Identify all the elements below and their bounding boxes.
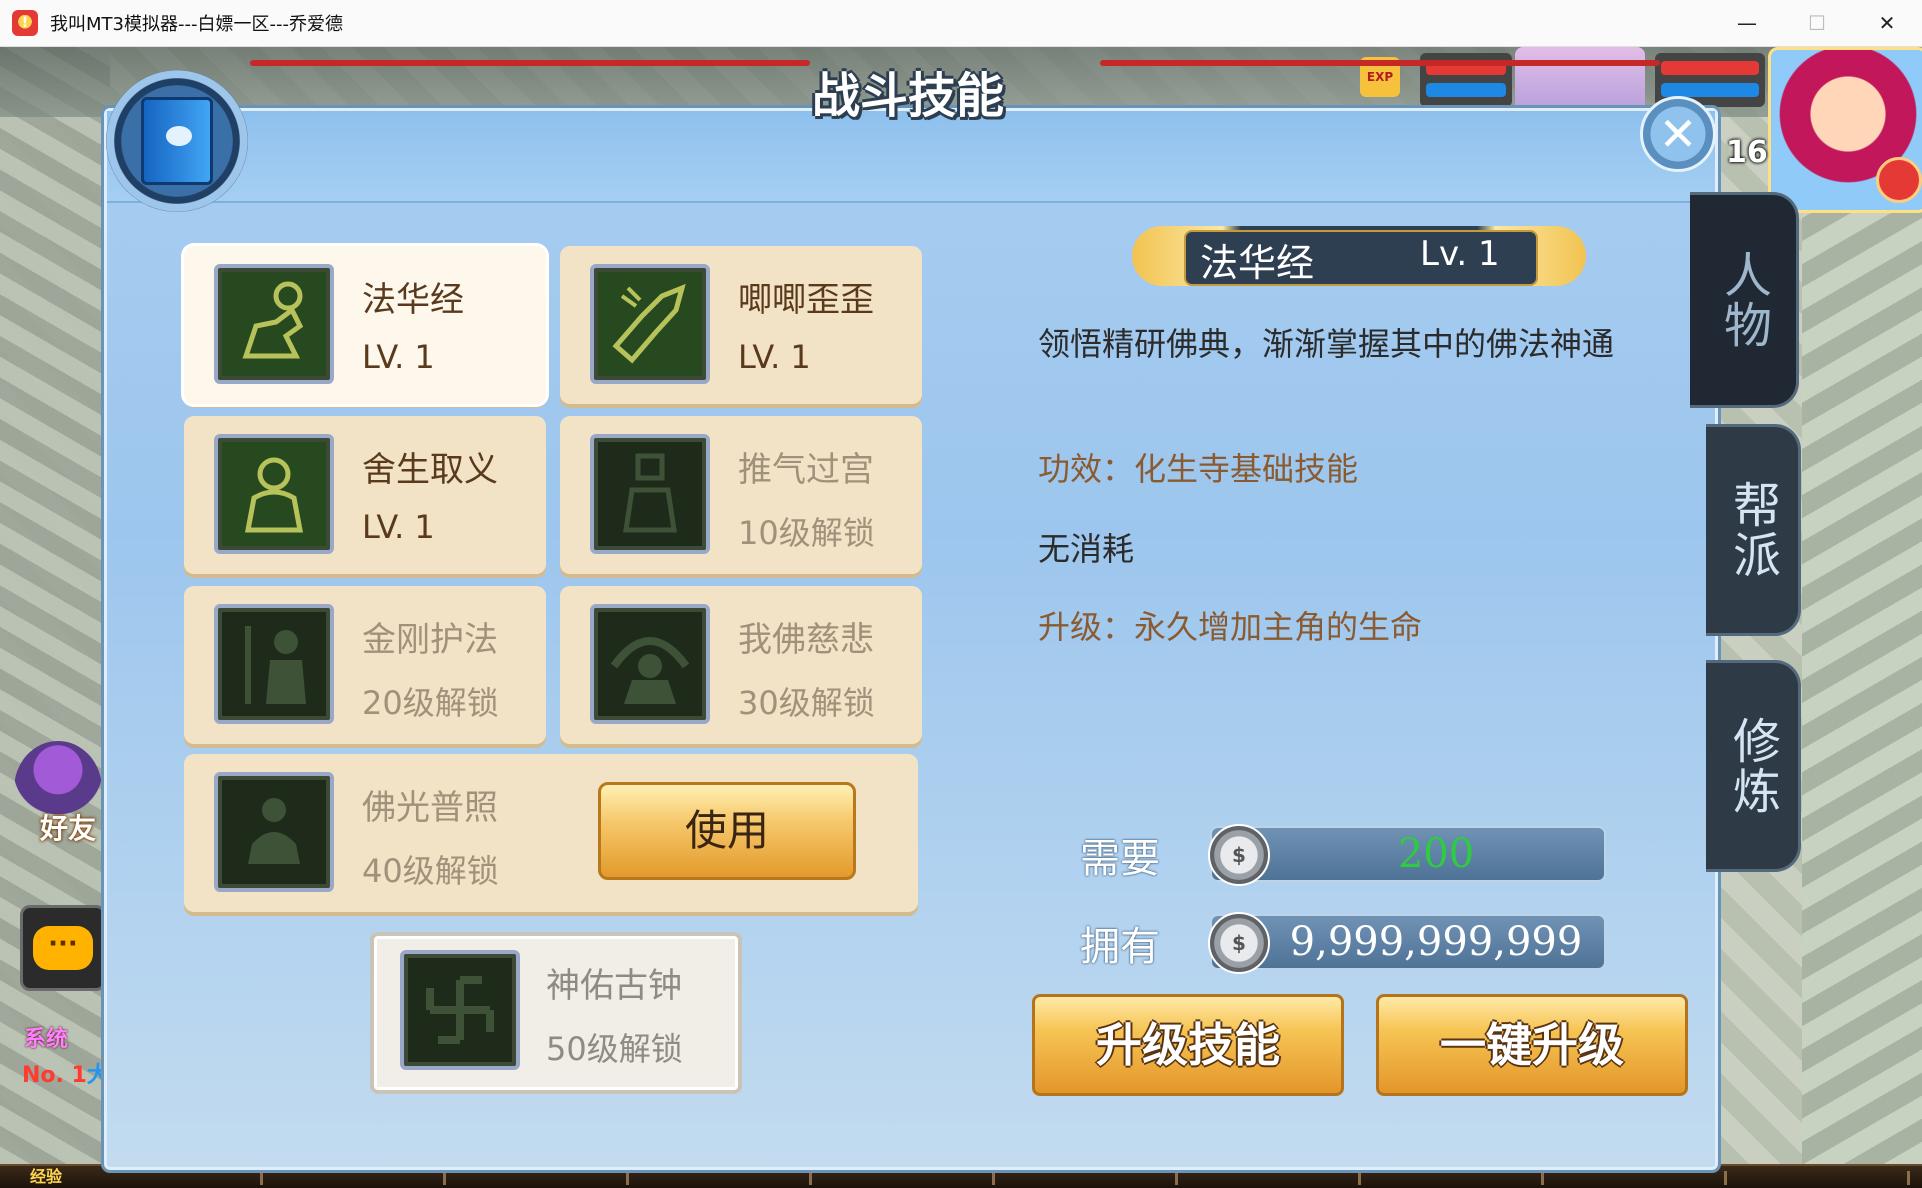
background-scenery-left [0, 47, 110, 1188]
experience-label: 经验 [30, 1167, 63, 1186]
window-titlebar: ! 我叫MT3模拟器---白嫖一区---乔爱德 — ☐ ✕ [0, 0, 1922, 47]
skill-level: LV. 1 [362, 338, 435, 376]
tab-character[interactable]: 人物 [1690, 192, 1799, 408]
skill-level: LV. 1 [362, 508, 435, 546]
buddha-halo-icon [590, 604, 710, 724]
skill-card-foguangpuzhao[interactable]: 佛光普照 40级解锁 使用 [184, 754, 918, 912]
panel-title: 战斗技能 [811, 68, 1004, 124]
skill-name: 金刚护法 [362, 620, 498, 660]
close-window-button[interactable]: ✕ [1852, 0, 1922, 46]
have-amount-bar: $ 9,999,999,999 [1208, 912, 1606, 974]
class-badge-icon [1876, 157, 1922, 203]
need-cost-bar: $ 200 [1208, 824, 1606, 886]
player-level: 16 [1726, 135, 1768, 170]
have-label: 拥有 [1080, 924, 1160, 970]
chat-bubble-icon: ··· [33, 926, 93, 970]
friend-label[interactable]: 好友 [40, 807, 96, 847]
need-label: 需要 [1080, 836, 1160, 882]
beast-claw-icon [590, 264, 710, 384]
skill-cost: 无消耗 [1038, 530, 1135, 568]
skill-description: 领悟精研佛典，渐渐掌握其中的佛法神通 [1038, 325, 1615, 363]
background-scenery-right [1802, 47, 1922, 1188]
skill-name: 神佑古钟 [546, 966, 682, 1006]
maximize-button[interactable]: ☐ [1782, 0, 1852, 46]
selected-skill-level: Lv. 1 [1420, 234, 1500, 274]
skill-card-shenyouguzhong[interactable]: 神佑古钟 50级解锁 [370, 932, 742, 1094]
use-skill-button[interactable]: 使用 [598, 782, 856, 880]
chat-button[interactable]: ··· [20, 905, 106, 991]
skill-level: LV. 1 [738, 338, 811, 376]
buddha-seated-icon [214, 772, 334, 892]
experience-bar-ticks [80, 1171, 1922, 1185]
skill-name: 舍生取义 [362, 450, 498, 490]
skill-name: 唧唧歪歪 [738, 280, 874, 320]
skill-name: 我佛慈悲 [738, 620, 874, 660]
skill-unlock-level: 30级解锁 [738, 684, 875, 722]
close-panel-button[interactable]: ✕ [1640, 96, 1716, 172]
skill-effect: 功效：化生寺基础技能 [1038, 450, 1359, 488]
skill-card-fahuajing[interactable]: 法华经 LV. 1 [184, 246, 546, 404]
guardian-staff-icon [214, 604, 334, 724]
skill-upgrade-info: 升级：永久增加主角的生命 [1038, 608, 1423, 646]
tab-guild[interactable]: 帮派 [1706, 424, 1801, 636]
skill-unlock-level: 10级解锁 [738, 514, 875, 552]
skill-card-jingganghufa[interactable]: 金刚护法 20级解锁 [184, 586, 546, 744]
one-click-upgrade-button[interactable]: 一键升级 [1376, 994, 1688, 1096]
tab-character-label: 人物 [1715, 250, 1771, 350]
have-value: 9,999,999,999 [1289, 919, 1583, 965]
tab-cultivation-label: 修炼 [1724, 716, 1780, 816]
tab-cultivation[interactable]: 修炼 [1706, 660, 1801, 872]
rank-prefix: No. 1 [22, 1063, 87, 1088]
meditating-figure-icon [214, 264, 334, 384]
skill-card-wofocibei[interactable]: 我佛慈悲 30级解锁 [560, 586, 922, 744]
skill-card-jijiwaiwai[interactable]: 唧唧歪歪 LV. 1 [560, 246, 922, 404]
window-controls: — ☐ ✕ [1712, 0, 1922, 46]
skill-card-sheshengquyi[interactable]: 舍生取义 LV. 1 [184, 416, 546, 574]
skill-card-tuiqiguogong[interactable]: 推气过宫 10级解锁 [560, 416, 922, 574]
need-value: 200 [1397, 831, 1475, 877]
window-title: 我叫MT3模拟器---白嫖一区---乔爱德 [50, 14, 343, 35]
close-icon: ✕ [1658, 107, 1698, 161]
silver-coin-icon: $ [1208, 824, 1270, 886]
skill-unlock-level: 50级解锁 [546, 1030, 683, 1068]
minimize-button[interactable]: — [1712, 0, 1782, 46]
tab-guild-label: 帮派 [1724, 480, 1780, 580]
selected-skill-name: 法华经 [1200, 241, 1315, 285]
silver-coin-icon: $ [1208, 912, 1270, 974]
swastika-icon [400, 950, 520, 1070]
app-icon: ! [12, 10, 38, 36]
skill-name: 推气过宫 [738, 450, 874, 490]
skill-name: 佛光普照 [362, 788, 498, 828]
pose-figure-icon [590, 434, 710, 554]
monk-silhouette-icon [214, 434, 334, 554]
selected-skill-banner: 法华经 Lv. 1 [1132, 226, 1586, 286]
upgrade-skill-button[interactable]: 升级技能 [1032, 994, 1344, 1096]
rank-text: No. 1大 [22, 1057, 109, 1089]
skill-name: 法华经 [362, 280, 464, 320]
skill-unlock-level: 40级解锁 [362, 852, 499, 890]
skill-book-icon [106, 70, 248, 212]
system-channel-tag: 系统 [24, 1027, 69, 1052]
skill-unlock-level: 20级解锁 [362, 684, 499, 722]
